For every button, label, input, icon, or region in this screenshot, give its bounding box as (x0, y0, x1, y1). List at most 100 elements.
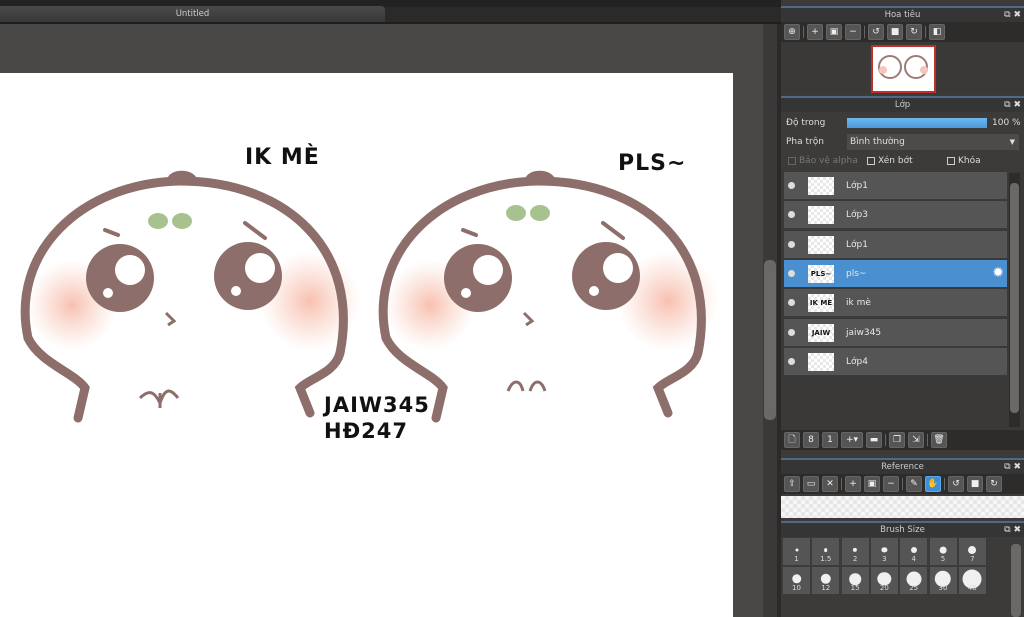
brush-size-option[interactable]: 4 (900, 538, 929, 566)
layer-name: Lớp4 (846, 356, 868, 367)
navigator-toolbar: ⊕ + ▣ − ↺ ■ ↻ ◧ (781, 22, 1024, 42)
new-layer-icon[interactable]: 🗋 (784, 432, 800, 448)
visibility-icon[interactable] (788, 328, 795, 336)
drawing-canvas[interactable]: IK MÈ PLS~ JAIW345 HĐ247 (0, 73, 733, 617)
brush-size-option[interactable]: 15 (841, 567, 870, 595)
hand-icon[interactable]: ✋ (925, 476, 941, 492)
layer-list-scrollbar[interactable] (1009, 173, 1020, 427)
brush-size-option[interactable]: 2 (841, 538, 870, 566)
brush-dot-icon (910, 547, 917, 553)
rotate-right-icon[interactable]: ↻ (986, 476, 1002, 492)
layer-row[interactable]: PLS~ pls~ ✹ (784, 259, 1007, 288)
brush-size-option[interactable]: 5 (929, 538, 958, 566)
rotate-left-icon[interactable]: ↺ (868, 24, 884, 40)
add-layer-dropdown-icon[interactable]: +▾ (841, 432, 863, 448)
fit-icon[interactable]: ▣ (864, 476, 880, 492)
brush-size-scrollbar[interactable] (1011, 544, 1021, 617)
brush-size-option[interactable]: 7 (958, 538, 987, 566)
opacity-label: Độ trong (786, 118, 826, 128)
layers-title: Lớp (894, 100, 911, 110)
brush-size-option[interactable]: 40 (958, 567, 987, 595)
layer-row[interactable]: Lớp1 (784, 172, 1007, 200)
brush-size-label: 12 (821, 584, 831, 592)
merge-layer-icon[interactable]: ⇲ (908, 432, 924, 448)
upload-icon[interactable]: ⇧ (784, 476, 800, 492)
protect-alpha-checkbox[interactable]: Bảo vệ alpha (788, 156, 858, 166)
layer-name: Lớp3 (846, 210, 868, 221)
close-icon[interactable]: ✕ (822, 476, 838, 492)
folder-icon[interactable]: ▬ (866, 432, 882, 448)
layer-row[interactable]: Lớp1 (784, 230, 1007, 259)
brush-size-option[interactable]: 10 (783, 567, 811, 595)
brush-size-option[interactable]: 12 (812, 567, 841, 595)
navigator-preview-area (781, 42, 1024, 94)
visibility-icon[interactable] (788, 299, 795, 307)
eyedropper-icon[interactable]: ✎ (906, 476, 922, 492)
brush-size-option[interactable]: 20 (870, 567, 899, 595)
zoom-actual-icon[interactable]: ⊕ (784, 24, 800, 40)
layer-thumbnail: JAIW (808, 323, 834, 342)
rotate-right-icon[interactable]: ↻ (906, 24, 922, 40)
reference-image-area[interactable] (781, 496, 1024, 518)
visibility-icon[interactable] (788, 240, 795, 248)
layer-row[interactable]: Lớp3 (784, 201, 1007, 230)
brush-size-header: Brush Size ⧉ ✖ (781, 521, 1024, 537)
delete-layer-icon[interactable]: 🗑 (931, 432, 947, 448)
layer-row[interactable]: Lớp4 (784, 347, 1007, 376)
text-jaiw345: JAIW345 (324, 393, 430, 417)
layer-row[interactable]: JAIW jaiw345 (784, 318, 1007, 347)
lock-checkbox[interactable]: Khóa (947, 156, 981, 166)
opacity-slider-fill (847, 118, 987, 128)
flip-icon[interactable]: ◧ (929, 24, 945, 40)
reset-view-icon[interactable]: ■ (887, 24, 903, 40)
text-hd247: HĐ247 (324, 419, 409, 443)
brush-dot-icon (795, 548, 798, 552)
visibility-icon[interactable] (788, 211, 795, 219)
canvas-scroll-thumb[interactable] (764, 260, 776, 420)
visibility-icon[interactable] (788, 357, 795, 365)
layer-thumbnail: PLS~ (808, 264, 834, 283)
zoom-in-icon[interactable]: + (845, 476, 861, 492)
navigator-thumbnail[interactable] (871, 45, 936, 93)
reset-view-icon[interactable]: ■ (967, 476, 983, 492)
zoom-in-icon[interactable]: + (807, 24, 823, 40)
brush-size-option[interactable]: 25 (900, 567, 929, 595)
reference-title: Reference (881, 462, 924, 472)
new-1bit-layer-icon[interactable]: 1 (822, 432, 838, 448)
opacity-slider[interactable] (847, 118, 987, 128)
layer-name: ik mè (846, 298, 871, 309)
brush-size-label: 30 (938, 584, 948, 592)
character-right (378, 170, 718, 423)
blend-mode-select[interactable]: Bình thường ▼ (847, 134, 1019, 150)
character-left (20, 170, 360, 423)
brush-size-option[interactable]: 3 (870, 538, 899, 566)
layer-thumbnail: IK MÈ (808, 294, 834, 313)
document-tab[interactable]: Untitled (0, 6, 385, 22)
brush-size-label: 40 (967, 584, 977, 592)
brush-size-option[interactable]: 30 (929, 567, 958, 595)
open-folder-icon[interactable]: ▭ (803, 476, 819, 492)
zoom-out-icon[interactable]: − (845, 24, 861, 40)
visibility-icon[interactable] (788, 182, 795, 189)
blend-mode-value: Bình thường (850, 137, 905, 147)
duplicate-layer-icon[interactable]: ❐ (889, 432, 905, 448)
panel-float-close-icons[interactable]: ⧉ ✖ (1004, 460, 1021, 474)
brush-size-option[interactable]: 1.5 (812, 538, 841, 566)
layer-row[interactable]: IK MÈ ik mè (784, 289, 1007, 318)
brush-size-label: 10 (792, 584, 801, 592)
zoom-out-icon[interactable]: − (883, 476, 899, 492)
rotate-left-icon[interactable]: ↺ (948, 476, 964, 492)
brush-size-label: 2 (852, 555, 858, 563)
visibility-icon[interactable] (788, 269, 795, 277)
layer-thumbnail (808, 206, 834, 225)
brush-size-label: 5 (940, 555, 946, 563)
gear-icon[interactable]: ✹ (992, 265, 1004, 281)
clip-checkbox[interactable]: Xén bớt (867, 156, 913, 166)
panel-float-close-icons[interactable]: ⧉ ✖ (1004, 98, 1021, 112)
fit-icon[interactable]: ▣ (826, 24, 842, 40)
brush-dot-icon (881, 547, 887, 553)
panel-float-close-icons[interactable]: ⧉ ✖ (1004, 8, 1021, 22)
brush-size-option[interactable]: 1 (783, 538, 811, 566)
new-8bit-layer-icon[interactable]: 8 (803, 432, 819, 448)
panel-float-close-icons[interactable]: ⧉ ✖ (1004, 523, 1021, 537)
